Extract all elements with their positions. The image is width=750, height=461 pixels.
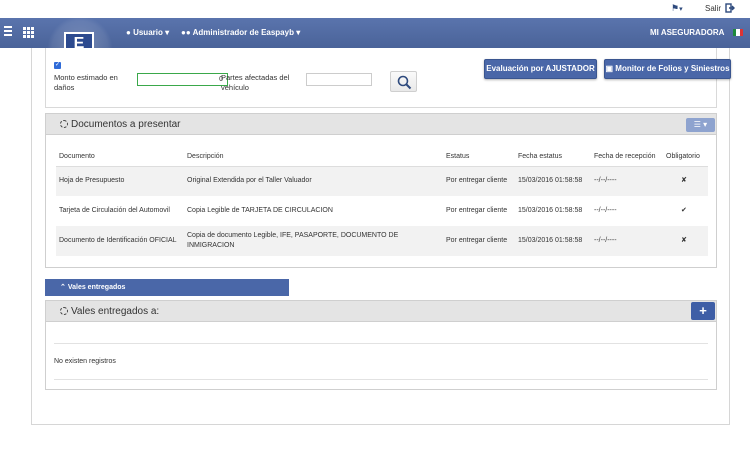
cell-fecha-estatus: 15/03/2016 01:58:58: [515, 196, 591, 226]
evaluacion-ajustador-button[interactable]: Evaluación por AJUSTADOR: [484, 59, 597, 79]
logout-link[interactable]: Salir: [705, 4, 721, 13]
col-header[interactable]: Descripción: [184, 147, 443, 167]
monto-input[interactable]: 0: [137, 73, 228, 86]
list-icon: ☰: [693, 120, 701, 129]
col-header[interactable]: Estatus: [443, 147, 515, 167]
cell-documento: Tarjeta de Circulación del Automovil: [56, 196, 184, 226]
panel-header: Vales entregados a: +: [46, 301, 716, 322]
col-header[interactable]: Fecha de recepción: [591, 147, 663, 167]
cell-descripcion: Copia de documento Legible, IFE, PASAPOR…: [184, 226, 443, 256]
empty-message: No existen registros: [54, 358, 116, 365]
documentos-table: Documento Descripción Estatus Fecha esta…: [56, 147, 708, 256]
panel-title: Documentos a presentar: [60, 119, 181, 130]
cell-descripcion: Original Extendida por el Taller Valuado…: [184, 166, 443, 196]
vales-panel: Vales entregados a: + No existen registr…: [45, 300, 717, 390]
cell-fecha-estatus: 15/03/2016 01:58:58: [515, 166, 591, 196]
apps-grid-icon[interactable]: [23, 27, 34, 38]
cell-fecha-recepcion: --/--/----: [591, 166, 663, 196]
cell-fecha-recepcion: --/--/----: [591, 196, 663, 226]
admin-menu[interactable]: ●● Administrador de Easpayb ▾: [181, 28, 300, 37]
panel-title: Vales entregados a:: [60, 306, 159, 317]
main-navbar: ● Usuario ▾ ●● Administrador de Easpayb …: [0, 16, 750, 82]
cell-descripcion: Copia Legible de TARJETA DE CIRCULACION: [184, 196, 443, 226]
chevron-up-icon: ⌃: [60, 284, 66, 291]
panel-menu-button[interactable]: ☰ ▾: [686, 118, 715, 132]
divider: [54, 379, 708, 380]
group-icon: ●●: [181, 28, 191, 37]
col-header[interactable]: Obligatorio: [663, 147, 708, 167]
partes-label: Partes afectadas del vehículo: [221, 73, 290, 92]
col-header[interactable]: Fecha estatus: [515, 147, 591, 167]
table-row[interactable]: Hoja de Presupuesto Original Extendida p…: [56, 166, 708, 196]
vales-entregados-tab[interactable]: ⌃ Vales entregados: [45, 279, 289, 296]
cell-fecha-recepcion: --/--/----: [591, 226, 663, 256]
mexico-flag-icon: [733, 29, 743, 36]
cell-obligatorio: ✘: [663, 166, 708, 196]
language-dropdown[interactable]: ⚑▾: [671, 3, 683, 14]
cell-fecha-estatus: 15/03/2016 01:58:58: [515, 226, 591, 256]
spinner-icon: [60, 120, 68, 128]
table-header-row: Documento Descripción Estatus Fecha esta…: [56, 147, 708, 167]
cell-estatus: Por entregar cliente: [443, 226, 515, 256]
damage-form: ✓ Monto estimado en daños 0 Partes afect…: [45, 48, 731, 108]
cell-estatus: Por entregar cliente: [443, 166, 515, 196]
user-icon: ●: [126, 28, 131, 37]
brand-name: MI ASEGURADORA: [650, 28, 725, 37]
partes-input[interactable]: [306, 73, 372, 86]
add-vale-button[interactable]: +: [691, 302, 715, 320]
cell-obligatorio: ✔: [663, 196, 708, 226]
cell-documento: Hoja de Presupuesto: [56, 166, 184, 196]
monto-checkbox[interactable]: ✓: [54, 62, 61, 69]
table-row[interactable]: Documento de Identificación OFICIAL Copi…: [56, 226, 708, 256]
monitor-icon: ▣: [605, 64, 614, 73]
cell-obligatorio: ✘: [663, 226, 708, 256]
flag-icon: ⚑: [671, 3, 680, 13]
cell-documento: Documento de Identificación OFICIAL: [56, 226, 184, 256]
monitor-folios-button[interactable]: ▣ Monitor de Folios y Siniestros: [604, 59, 731, 79]
user-menu[interactable]: ● Usuario ▾: [126, 28, 169, 37]
search-icon: [397, 75, 412, 90]
monto-label: Monto estimado en daños: [54, 73, 118, 92]
spinner-icon: [60, 307, 68, 315]
documentos-panel: Documentos a presentar ☰ ▾ Documento Des…: [45, 113, 717, 268]
hamburger-menu-icon[interactable]: [4, 26, 12, 36]
search-button[interactable]: [390, 71, 417, 92]
panel-header: Documentos a presentar ☰ ▾: [46, 114, 716, 135]
table-row[interactable]: Tarjeta de Circulación del Automovil Cop…: [56, 196, 708, 226]
logout-icon[interactable]: [725, 3, 735, 16]
top-utility-bar: ⚑▾ Salir: [0, 0, 750, 18]
divider: [54, 343, 708, 344]
cell-estatus: Por entregar cliente: [443, 196, 515, 226]
col-header[interactable]: Documento: [56, 147, 184, 167]
